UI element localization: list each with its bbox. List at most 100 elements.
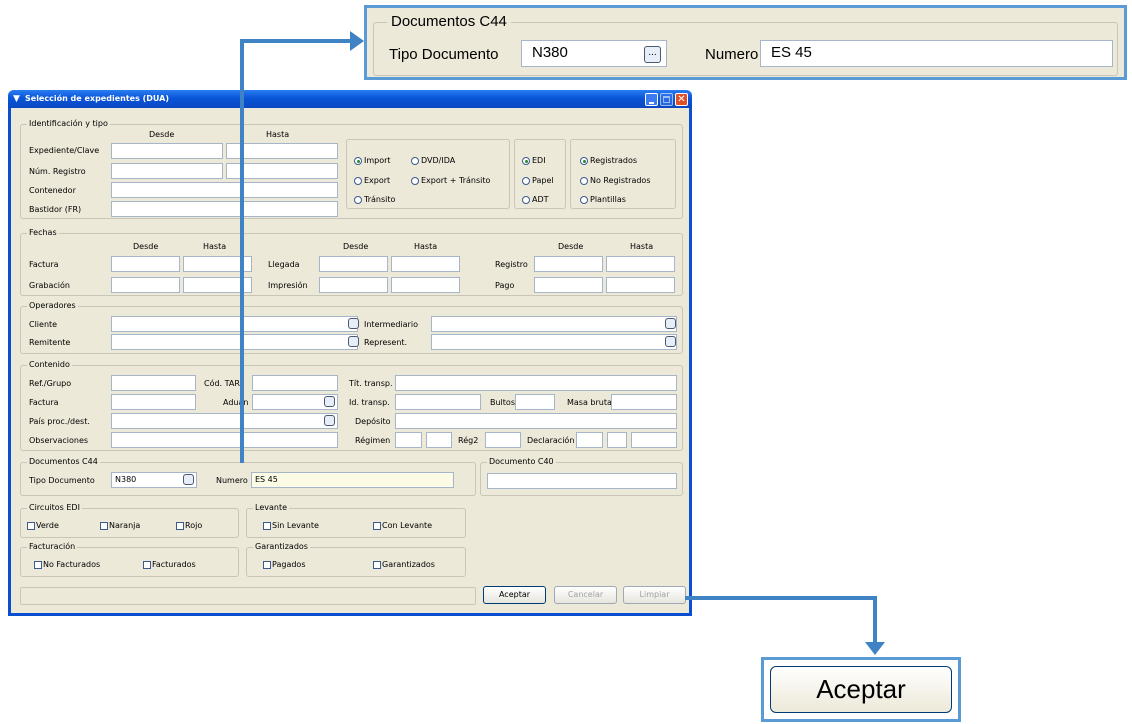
radio-transito[interactable]: Tránsito	[354, 195, 395, 205]
radio-export[interactable]: Export	[354, 176, 390, 186]
group-fechas-legend: Fechas	[27, 228, 59, 238]
regimen-input-2[interactable]	[426, 432, 452, 448]
declaracion-input-2[interactable]	[607, 432, 627, 448]
contenedor-input[interactable]	[111, 182, 338, 198]
pago-desde-input[interactable]	[534, 277, 603, 293]
label-reg2: Rég2	[458, 436, 479, 445]
checkbox-garantizados-label: Garantizados	[382, 560, 435, 569]
masa-bruta-input[interactable]	[611, 394, 677, 410]
declaracion-input-3[interactable]	[631, 432, 677, 448]
tipo-documento-lookup-button[interactable]	[183, 474, 194, 485]
label-bastidor: Bastidor (FR)	[29, 205, 82, 214]
maximize-button[interactable]	[660, 93, 673, 106]
hasta-header: Hasta	[266, 130, 290, 139]
group-c44-legend: Documentos C44	[27, 457, 100, 467]
checkbox-naranja[interactable]: Naranja	[100, 521, 140, 531]
grabacion-desde-input[interactable]	[111, 277, 180, 293]
id-transp-input[interactable]	[395, 394, 481, 410]
radio-papel[interactable]: Papel	[522, 176, 554, 186]
registro-fecha-desde-input[interactable]	[534, 256, 603, 272]
checkbox-con-levante[interactable]: Con Levante	[373, 521, 432, 531]
label-tit-transp: Tít. transp.	[349, 379, 393, 388]
label-contenedor: Contenedor	[29, 186, 76, 195]
regimen-input-1[interactable]	[395, 432, 422, 448]
radio-no-registrados[interactable]: No Registrados	[580, 176, 650, 186]
impresion-hasta-input[interactable]	[391, 277, 460, 293]
radio-adt[interactable]: ADT	[522, 195, 549, 205]
cliente-lookup-button[interactable]	[348, 318, 359, 329]
cod-tarif-input[interactable]	[252, 375, 338, 391]
represent-input[interactable]	[431, 334, 677, 350]
fechas-desde-3: Desde	[558, 242, 584, 251]
reg2-input[interactable]	[485, 432, 521, 448]
radio-plantillas[interactable]: Plantillas	[580, 195, 626, 205]
pago-hasta-input[interactable]	[606, 277, 675, 293]
cliente-input[interactable]	[111, 316, 358, 332]
label-grabacion: Grabación	[29, 281, 70, 290]
fechas-desde-2: Desde	[343, 242, 369, 251]
radio-dot-selected	[354, 157, 362, 165]
cancelar-button[interactable]: Cancelar	[554, 586, 617, 604]
registro-fecha-hasta-input[interactable]	[606, 256, 675, 272]
aceptar-button[interactable]: Aceptar	[483, 586, 546, 604]
numero-input[interactable]: ES 45	[251, 472, 454, 488]
zoom-numero-input[interactable]: ES 45	[760, 40, 1113, 67]
checkbox-no-facturados[interactable]: No Facturados	[34, 560, 100, 570]
declaracion-input-1[interactable]	[576, 432, 603, 448]
factura-desde-input[interactable]	[111, 256, 180, 272]
intermediario-lookup-button[interactable]	[665, 318, 676, 329]
radio-registrados[interactable]: Registrados	[580, 156, 637, 166]
zoom-tipo-label: Tipo Documento	[389, 46, 499, 63]
llegada-desde-input[interactable]	[319, 256, 388, 272]
observaciones-input[interactable]	[111, 432, 338, 448]
checkbox-facturados[interactable]: Facturados	[143, 560, 196, 570]
impresion-desde-input[interactable]	[319, 277, 388, 293]
documento-c40-input[interactable]	[487, 473, 677, 489]
checkbox-garantizados[interactable]: Garantizados	[373, 560, 435, 570]
bultos-input[interactable]	[515, 394, 555, 410]
bastidor-input[interactable]	[111, 201, 338, 217]
represent-lookup-button[interactable]	[665, 336, 676, 347]
remitente-input[interactable]	[111, 334, 358, 350]
intermediario-input[interactable]	[431, 316, 677, 332]
zoom-ellipsis-button[interactable]: ...	[644, 46, 661, 63]
tit-transp-input[interactable]	[395, 375, 677, 391]
pais-input[interactable]	[111, 413, 338, 429]
close-button[interactable]: ✕	[675, 93, 688, 106]
checkbox-verde[interactable]: Verde	[27, 521, 59, 531]
fechas-hasta-3: Hasta	[630, 242, 654, 251]
group-operadores-legend: Operadores	[27, 301, 78, 311]
checkbox-rojo[interactable]: Rojo	[176, 521, 202, 531]
expediente-desde-input[interactable]	[111, 143, 223, 159]
limpiar-button[interactable]: Limpiar	[623, 586, 686, 604]
radio-dot	[580, 196, 588, 204]
label-tipo-documento: Tipo Documento	[29, 476, 95, 485]
remitente-lookup-button[interactable]	[348, 336, 359, 347]
fechas-desde-1: Desde	[133, 242, 159, 251]
radio-no-registrados-label: No Registrados	[590, 176, 651, 185]
radio-dot	[522, 196, 530, 204]
radio-dvd-ida[interactable]: DVD/IDA	[411, 156, 455, 166]
zoom-aceptar-button[interactable]: Aceptar	[770, 666, 952, 713]
radio-dot	[354, 196, 362, 204]
label-masa-bruta: Masa bruta	[567, 398, 612, 407]
pais-lookup-button[interactable]	[324, 415, 335, 426]
radio-papel-label: Papel	[532, 176, 554, 185]
radio-export-transito[interactable]: Export + Tránsito	[411, 176, 490, 186]
aduana-lookup-button[interactable]	[324, 396, 335, 407]
checkbox-sin-levante[interactable]: Sin Levante	[263, 521, 319, 531]
factura-contenido-input[interactable]	[111, 394, 196, 410]
radio-edi[interactable]: EDI	[522, 156, 546, 166]
group-levante: Levante Sin Levante Con Levante	[246, 503, 466, 538]
registro-desde-input[interactable]	[111, 163, 223, 179]
radio-import[interactable]: Import	[354, 156, 391, 166]
deposito-input[interactable]	[395, 413, 677, 429]
minimize-icon	[649, 102, 654, 104]
checkbox-pagados[interactable]: Pagados	[263, 560, 306, 570]
minimize-button[interactable]	[645, 93, 658, 106]
llegada-hasta-input[interactable]	[391, 256, 460, 272]
radio-dvd-label: DVD/IDA	[421, 156, 456, 165]
ref-grupo-input[interactable]	[111, 375, 196, 391]
group-identificacion: Identificación y tipo Desde Hasta Expedi…	[20, 119, 683, 219]
checkbox-sin-levante-label: Sin Levante	[272, 521, 319, 530]
